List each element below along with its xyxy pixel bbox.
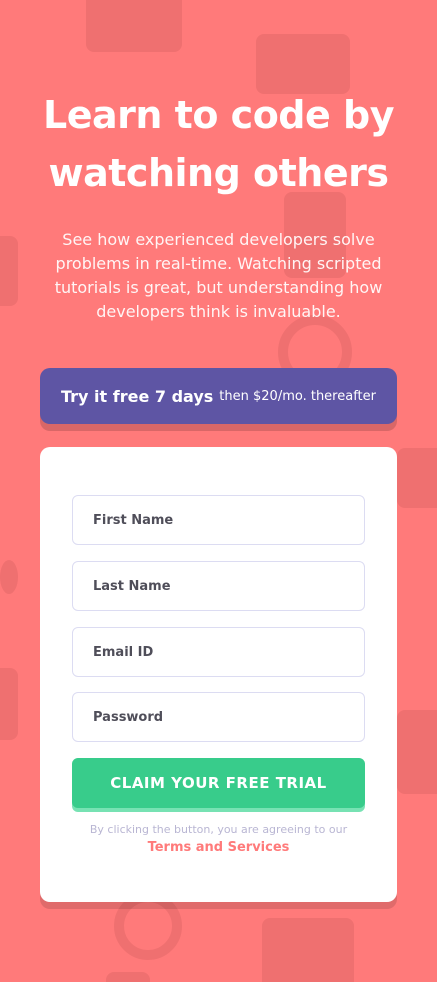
background-tile-1 bbox=[86, 0, 182, 52]
background-tile-7 bbox=[397, 710, 437, 794]
background-ring-2 bbox=[114, 892, 182, 960]
claim-free-trial-button[interactable]: CLAIM YOUR FREE TRIAL bbox=[72, 758, 365, 808]
background-tile-9 bbox=[106, 972, 150, 982]
terms-and-services-link[interactable]: Terms and Services bbox=[40, 840, 397, 855]
signup-form: CLAIM YOUR FREE TRIAL By clicking the bu… bbox=[40, 447, 397, 902]
trial-promo-banner: Try it free 7 days then $20/mo. thereaft… bbox=[40, 368, 397, 424]
background-tile-2 bbox=[256, 34, 350, 94]
email-input[interactable] bbox=[72, 627, 365, 677]
background-tile-8 bbox=[262, 918, 354, 982]
hero-title: Learn to code by watching others bbox=[0, 86, 437, 202]
hero-title-line-1: Learn to code by bbox=[43, 93, 394, 137]
terms-disclaimer: By clicking the button, you are agreeing… bbox=[89, 823, 348, 836]
hero-section: Learn to code by watching others See how… bbox=[0, 86, 437, 324]
hero-title-line-2: watching others bbox=[48, 151, 389, 195]
first-name-input[interactable] bbox=[72, 495, 365, 545]
hero-subtitle: See how experienced developers solve pro… bbox=[54, 230, 383, 321]
last-name-input[interactable] bbox=[72, 561, 365, 611]
background-tile-5 bbox=[397, 448, 437, 508]
password-input[interactable] bbox=[72, 692, 365, 742]
promo-strong-text: Try it free 7 days bbox=[61, 386, 214, 406]
background-tile-6 bbox=[0, 668, 18, 740]
background-dot-1 bbox=[0, 560, 18, 594]
promo-rest-text: then $20/mo. thereafter bbox=[219, 388, 376, 404]
